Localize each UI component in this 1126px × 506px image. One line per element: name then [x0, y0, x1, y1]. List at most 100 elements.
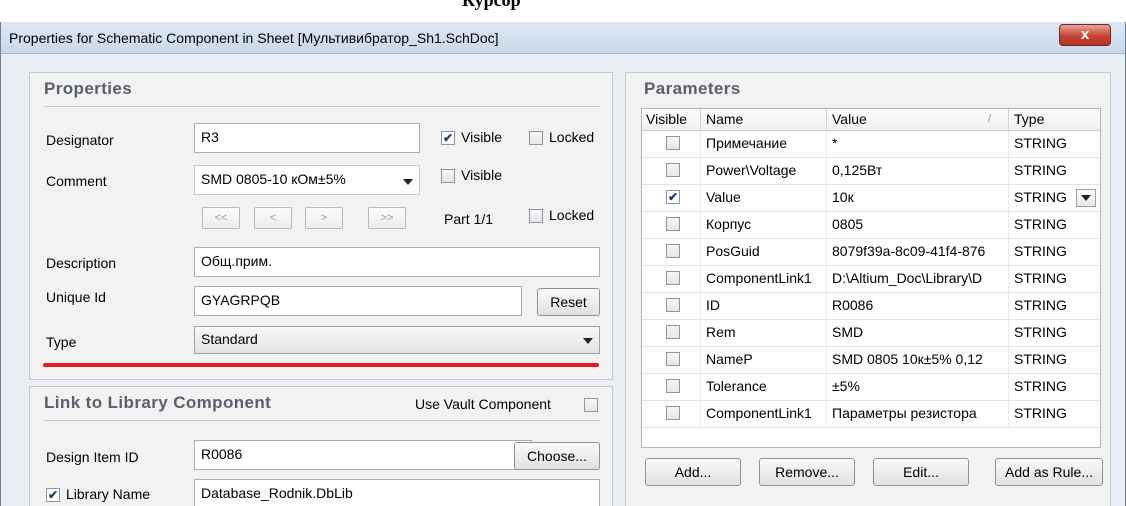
type-value: Standard	[201, 331, 258, 347]
chevron-down-icon	[403, 179, 413, 185]
row-value-cell[interactable]: *	[832, 135, 1006, 151]
row-visible-checkbox[interactable]	[666, 271, 680, 285]
dialog-titlebar: Properties for Schematic Component in Sh…	[1, 22, 1125, 54]
row-name-cell[interactable]: Value	[706, 189, 824, 205]
row-visible-checkbox[interactable]	[666, 244, 680, 258]
table-row[interactable]: Примечание * STRING	[642, 131, 1100, 158]
row-type-cell[interactable]: STRING	[1014, 351, 1074, 367]
designator-locked-label: Locked	[549, 129, 595, 145]
last-part-button[interactable]: >>	[368, 207, 406, 229]
chevron-down-icon	[1081, 195, 1091, 201]
document-header-text: Курсор	[462, 0, 521, 10]
use-vault-checkbox[interactable]	[584, 398, 598, 412]
row-name-cell[interactable]: ID	[706, 297, 824, 313]
row-type-cell[interactable]: STRING	[1014, 378, 1074, 394]
next-part-button[interactable]: >	[305, 207, 343, 229]
row-value-cell[interactable]: Параметры резистора	[832, 405, 1006, 421]
table-row[interactable]: Корпус 0805 STRING	[642, 212, 1100, 239]
remove-parameter-button[interactable]: Remove...	[759, 458, 855, 486]
row-name-cell[interactable]: ComponentLink1	[706, 270, 824, 286]
row-value-cell[interactable]: R0086	[832, 297, 1006, 313]
table-row[interactable]: Power\Voltage 0,125Вт STRING	[642, 158, 1100, 185]
designator-visible-checkbox[interactable]: ✔	[441, 131, 455, 145]
row-type-cell[interactable]: STRING	[1014, 324, 1074, 340]
properties-panel: Properties Designator R3 ✔ Visible Locke…	[29, 72, 613, 380]
unique-id-input[interactable]: GYAGRPQB	[194, 286, 522, 316]
comment-visible-checkbox[interactable]	[441, 169, 455, 183]
column-value-header[interactable]: Value	[832, 111, 867, 127]
design-item-id-input[interactable]: R0086	[194, 440, 532, 470]
table-row[interactable]: Rem SMD STRING	[642, 320, 1100, 347]
row-name-cell[interactable]: Rem	[706, 324, 824, 340]
comment-combobox[interactable]: SMD 0805-10 кОм±5%	[194, 165, 420, 195]
row-visible-checkbox[interactable]	[666, 217, 680, 231]
row-value-cell[interactable]: ±5%	[832, 378, 1006, 394]
unique-id-label: Unique Id	[46, 289, 106, 305]
row-type-cell[interactable]: STRING	[1014, 189, 1074, 205]
row-name-cell[interactable]: NameP	[706, 351, 824, 367]
description-label: Description	[46, 255, 117, 271]
add-parameter-button[interactable]: Add...	[645, 458, 741, 486]
row-type-cell[interactable]: STRING	[1014, 135, 1074, 151]
row-visible-checkbox[interactable]	[666, 163, 680, 177]
properties-dialog: Properties for Schematic Component in Sh…	[0, 22, 1126, 506]
row-type-cell[interactable]: STRING	[1014, 243, 1074, 259]
part-locked-checkbox[interactable]	[529, 209, 543, 223]
chevron-down-icon	[583, 338, 593, 344]
row-name-cell[interactable]: ComponentLink1	[706, 405, 824, 421]
row-visible-checkbox[interactable]	[666, 352, 680, 366]
row-name-cell[interactable]: Tolerance	[706, 378, 824, 394]
table-row[interactable]: NameP SMD 0805 10к±5% 0,12 STRING	[642, 347, 1100, 374]
row-value-cell[interactable]: SMD 0805 10к±5% 0,12	[832, 351, 1006, 367]
choose-button[interactable]: Choose...	[514, 442, 600, 470]
row-value-cell[interactable]: 8079f39a-8c09-41f4-876	[832, 243, 1006, 259]
row-visible-checkbox[interactable]	[666, 406, 680, 420]
edit-parameter-button[interactable]: Edit...	[873, 458, 969, 486]
close-button[interactable]: x	[1059, 24, 1111, 46]
row-visible-checkbox[interactable]	[666, 136, 680, 150]
table-row[interactable]: ComponentLink1 Параметры резистора STRING	[642, 401, 1100, 428]
row-value-cell[interactable]: 10к	[832, 189, 1006, 205]
column-visible-header[interactable]: Visible	[646, 111, 687, 127]
library-name-input[interactable]: Database_Rodnik.DbLib	[194, 479, 600, 506]
type-dropdown-button[interactable]	[1076, 189, 1096, 207]
table-row[interactable]: ComponentLink1 D:\Altium_Doc\Library\D STR…	[642, 266, 1100, 293]
row-name-cell[interactable]: Корпус	[706, 216, 824, 232]
row-value-cell[interactable]: 0,125Вт	[832, 162, 1006, 178]
column-name-header[interactable]: Name	[706, 111, 743, 127]
row-value-cell[interactable]: D:\Altium_Doc\Library\D	[832, 270, 1006, 286]
row-name-cell[interactable]: Примечание	[706, 135, 824, 151]
prev-part-button[interactable]: <	[254, 207, 292, 229]
type-select[interactable]: Standard	[194, 326, 600, 354]
library-link-panel: Link to Library Component Use Vault Comp…	[29, 386, 613, 506]
library-name-checkbox[interactable]: ✔	[46, 488, 60, 502]
row-visible-checkbox[interactable]	[666, 379, 680, 393]
reset-button[interactable]: Reset	[537, 288, 600, 316]
row-type-cell[interactable]: STRING	[1014, 270, 1074, 286]
first-part-button[interactable]: <<	[202, 207, 240, 229]
row-type-cell[interactable]: STRING	[1014, 297, 1074, 313]
properties-divider	[44, 106, 600, 107]
table-row[interactable]: ID R0086 STRING	[642, 293, 1100, 320]
row-value-cell[interactable]: SMD	[832, 324, 1006, 340]
row-type-cell[interactable]: STRING	[1014, 162, 1074, 178]
table-row[interactable]: PosGuid 8079f39a-8c09-41f4-876 STRING	[642, 239, 1100, 266]
description-input[interactable]: Общ.прим.	[194, 247, 600, 277]
add-as-rule-button[interactable]: Add as Rule...	[995, 458, 1103, 486]
row-value-cell[interactable]: 0805	[832, 216, 1006, 232]
design-item-id-label: Design Item ID	[46, 449, 139, 465]
designator-input[interactable]: R3	[194, 123, 420, 153]
row-type-cell[interactable]: STRING	[1014, 405, 1074, 421]
row-type-cell[interactable]: STRING	[1014, 216, 1074, 232]
table-row[interactable]: ✔ Value 10к STRING	[642, 185, 1100, 212]
row-name-cell[interactable]: PosGuid	[706, 243, 824, 259]
column-type-header[interactable]: Type	[1014, 111, 1044, 127]
row-name-cell[interactable]: Power\Voltage	[706, 162, 824, 178]
row-visible-checkbox[interactable]	[666, 325, 680, 339]
row-visible-checkbox[interactable]: ✔	[666, 190, 680, 204]
dialog-title: Properties for Schematic Component in Sh…	[9, 30, 499, 46]
table-row[interactable]: Tolerance ±5% STRING	[642, 374, 1100, 401]
sort-indicator-icon: /	[988, 113, 992, 125]
designator-locked-checkbox[interactable]	[529, 131, 543, 145]
row-visible-checkbox[interactable]	[666, 298, 680, 312]
